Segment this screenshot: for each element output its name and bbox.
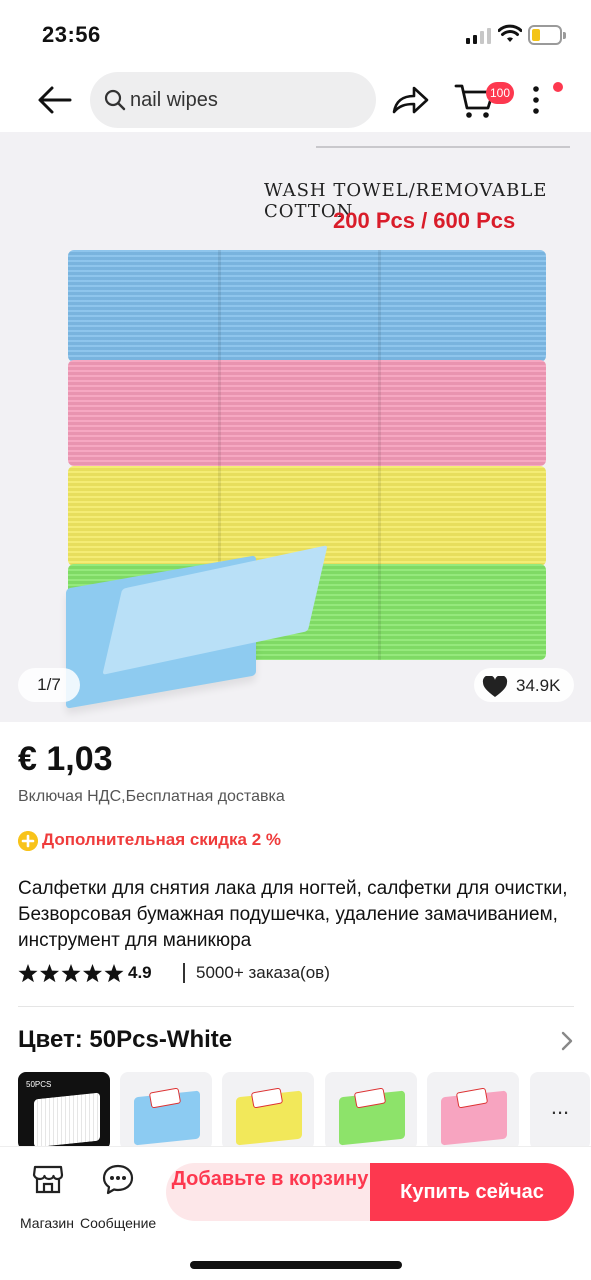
swatch-yellow[interactable] [222, 1072, 314, 1150]
star-icon [18, 964, 38, 983]
heart-icon [482, 676, 508, 697]
swatch-pink[interactable] [427, 1072, 519, 1150]
messages-label: Сообщение [80, 1215, 157, 1231]
store-icon [32, 1165, 64, 1194]
wifi-icon [498, 24, 522, 42]
search-icon [104, 89, 126, 111]
battery-level [532, 29, 540, 41]
likes-count: 34.9K [516, 676, 561, 695]
status-bar: 23:56 [0, 0, 591, 70]
wipes-stack-pink [68, 360, 546, 466]
top-nav: nail wipes 100 [0, 70, 591, 132]
rating-row[interactable]: 4.9 5000+ заказа(ов) [18, 962, 418, 986]
cart-count-badge: 100 [486, 82, 515, 104]
image-pager: 1/7 [18, 668, 80, 702]
chat-icon [102, 1164, 134, 1195]
image-caption-line2: 200 Pcs / 600 Pcs [333, 208, 516, 233]
rating-divider [183, 963, 185, 983]
swatch-more-label: ... [550, 1094, 570, 1119]
swatch-green[interactable] [325, 1072, 417, 1150]
product-title: Салфетки для снятия лака для ногтей, сал… [18, 878, 568, 951]
color-selector-header[interactable]: Цвет: 50Pcs-White [18, 1026, 578, 1060]
wipes-stack-blue [68, 250, 546, 362]
color-swatches: 50PCS ... [18, 1070, 591, 1150]
messages-button[interactable]: Сообщение [80, 1163, 156, 1231]
vat-shipping-note: Включая НДС,Бесплатная доставка [18, 788, 285, 805]
chevron-right-icon [561, 1031, 573, 1051]
wishlist-button[interactable]: 34.9K [474, 668, 574, 702]
share-icon[interactable] [390, 84, 430, 116]
product-price: € 1,03 [18, 740, 113, 778]
star-icon [104, 964, 124, 983]
star-icon [82, 964, 103, 983]
product-image-gallery[interactable]: WASH TOWEL/REMOVABLE COTTON 200 Pcs / 60… [0, 132, 591, 722]
store-button[interactable]: Магазин [14, 1163, 80, 1231]
section-divider [18, 1006, 574, 1007]
bottom-action-bar: Магазин Сообщение Добавьте в корзину Куп… [0, 1146, 591, 1280]
swatch-size-tag: 50PCS [26, 1080, 52, 1089]
rating-stars-icon [18, 964, 124, 983]
back-arrow-icon[interactable] [34, 82, 74, 118]
status-time: 23:56 [42, 22, 101, 47]
store-label: Магазин [19, 1215, 74, 1231]
star-icon [61, 964, 81, 983]
rating-score: 4.9 [128, 963, 152, 982]
buy-now-button[interactable]: Купить сейчас [370, 1163, 574, 1221]
search-input[interactable]: nail wipes [90, 72, 376, 128]
extra-discount-text: Дополнительная скидка 2 % [42, 830, 282, 849]
plus-coin-icon [18, 831, 38, 851]
battery-icon [528, 25, 566, 45]
notification-dot [553, 82, 563, 92]
swatch-blue[interactable] [120, 1072, 212, 1150]
orders-count: 5000+ заказа(ов) [196, 963, 330, 982]
swatch-more[interactable]: ... [530, 1072, 590, 1150]
swatch-pad [34, 1092, 100, 1148]
home-indicator [190, 1261, 402, 1269]
swatch-white[interactable]: 50PCS [18, 1072, 110, 1150]
image-decor-line [316, 146, 570, 148]
cellular-signal-icon [466, 27, 492, 44]
more-icon[interactable] [528, 84, 544, 116]
search-placeholder: nail wipes [130, 89, 218, 111]
color-label: Цвет: 50Pcs-White [18, 1026, 233, 1053]
add-to-cart-button[interactable]: Добавьте в корзину [166, 1163, 374, 1221]
star-icon [39, 964, 60, 983]
